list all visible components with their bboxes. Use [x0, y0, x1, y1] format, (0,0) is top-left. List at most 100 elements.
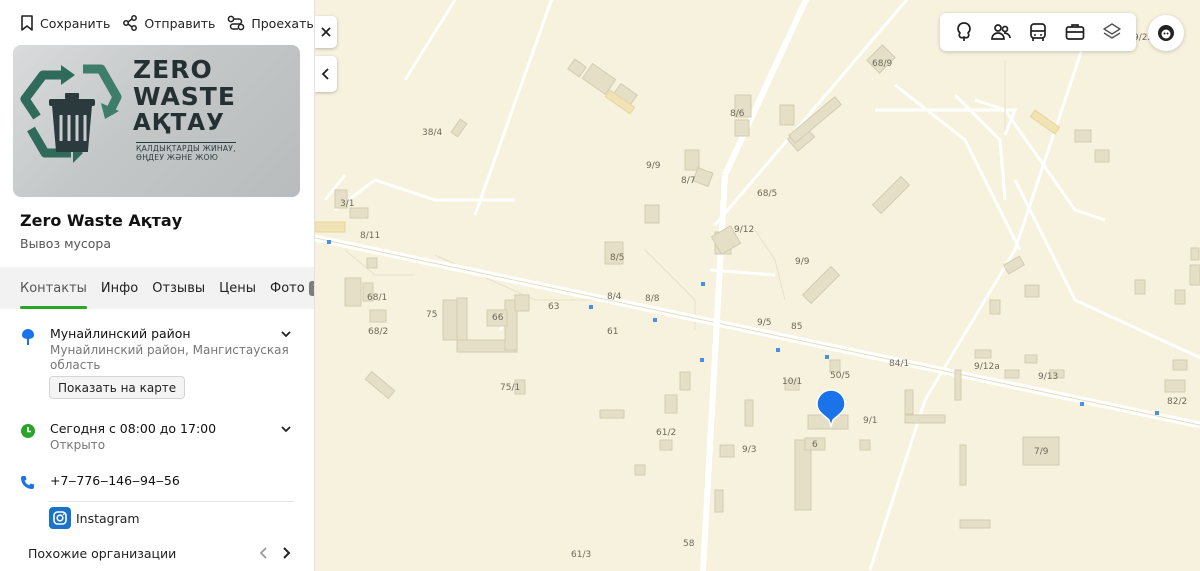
share-icon — [123, 15, 138, 31]
map-label: 8/7 — [681, 176, 696, 186]
instagram-link[interactable]: Instagram — [76, 511, 140, 526]
map-label: 84/1 — [889, 359, 910, 369]
map-label: 8/6 — [730, 109, 745, 119]
chevron-down-icon[interactable] — [280, 328, 292, 340]
save-button[interactable]: Сохранить — [20, 15, 110, 31]
map-label: 9/9 — [646, 161, 661, 171]
route-label: Проехать — [251, 15, 314, 31]
tab-photos[interactable]: Фото1 — [270, 267, 314, 309]
layers-button[interactable] — [1097, 17, 1127, 47]
route-icon — [227, 15, 245, 31]
map-label: 82/2 — [1167, 397, 1188, 407]
map-canvas[interactable]: 38/4 3/1 8/11 68/1 68/2 75 66 63 75/1 61… — [315, 0, 1200, 571]
location-marker-icon[interactable] — [815, 388, 847, 432]
close-icon — [321, 27, 331, 37]
route-button[interactable]: Проехать — [227, 15, 314, 31]
map-label: 9/3 — [742, 445, 757, 455]
location-pin-icon — [22, 329, 34, 345]
chevron-right-icon[interactable] — [280, 546, 292, 560]
close-card-button[interactable] — [315, 16, 337, 48]
hours-status: Открыто — [50, 438, 106, 452]
hours-row[interactable]: Сегодня с 08:00 до 17:00 Открыто — [20, 421, 294, 457]
people-layer-button[interactable] — [986, 17, 1016, 47]
account-button[interactable] — [1148, 15, 1184, 51]
map-label: 75 — [426, 310, 438, 320]
phone-icon — [21, 476, 34, 489]
card-tabs: Контакты Инфо Отзывы Цены Фото1 — [0, 267, 314, 309]
logo-tagline: ҚАЛДЫҚТАРДЫ ЖИНАУ, ӨҢДЕУ ЖӘНЕ ЖОЮ — [136, 142, 236, 162]
map-label: 8/5 — [610, 253, 625, 263]
tree-icon — [957, 22, 972, 41]
share-label: Отправить — [144, 15, 216, 31]
transit-layer-button[interactable] — [1023, 17, 1053, 47]
map-label: 75/1 — [500, 383, 521, 393]
map-label: 61/2 — [656, 428, 677, 438]
org-category[interactable]: Вывоз мусора — [20, 236, 111, 251]
tab-info-label: Инфо — [100, 280, 139, 296]
map-label: 9/5 — [757, 318, 772, 328]
map-label: 68/5 — [757, 189, 778, 199]
map-label: 9/12 — [734, 225, 755, 235]
map-label: 9/1 — [863, 416, 878, 426]
address-line-2: область — [50, 358, 101, 372]
instagram-icon[interactable] — [49, 507, 71, 529]
parks-layer-button[interactable] — [949, 17, 979, 47]
map-label: 68/2 — [368, 327, 389, 337]
org-card-panel: Сохранить Отправить Проехать ZERO WASTE — [0, 0, 315, 571]
phone-number[interactable]: +7‒776‒146‒94‒56 — [50, 473, 180, 488]
chevron-left-icon[interactable] — [258, 546, 270, 560]
tagline-line-2: ӨҢДЕУ ЖӘНЕ ЖОЮ — [136, 152, 219, 162]
avatar-icon — [1158, 25, 1174, 41]
similar-orgs-heading: Похожие организации — [28, 546, 177, 561]
clock-icon — [21, 424, 35, 438]
map-label: 68/1 — [367, 293, 388, 303]
map-label: 38/4 — [422, 128, 443, 138]
map-label: 3/1 — [340, 199, 355, 209]
map-label: 58 — [683, 539, 695, 549]
layers-icon — [1102, 23, 1121, 39]
card-actions: Сохранить Отправить Проехать — [20, 12, 314, 34]
map-label: 61/3 — [571, 550, 592, 560]
hours-title: Сегодня с 08:00 до 17:00 — [50, 421, 217, 436]
share-button[interactable]: Отправить — [122, 15, 215, 31]
show-on-map-button[interactable]: Показать на карте — [49, 376, 186, 399]
minor-roads — [323, 0, 1200, 571]
tab-reviews[interactable]: Отзывы — [152, 267, 205, 309]
recycle-bin-logo — [20, 64, 122, 163]
org-title: Zero Waste Aқтау — [20, 211, 183, 230]
map-base — [315, 0, 1200, 571]
chevron-down-icon[interactable] — [280, 423, 292, 435]
map-label: 7/9 — [1034, 447, 1049, 457]
save-label: Сохранить — [40, 15, 111, 31]
map-label: 10/1 — [782, 377, 803, 387]
logo-line-2: WASTE — [133, 82, 236, 111]
people-icon — [991, 24, 1012, 40]
buildings — [334, 44, 1200, 529]
address-title: Мунайлинский район — [50, 326, 191, 341]
bus-icon — [1030, 23, 1046, 41]
org-photo[interactable]: ZERO WASTE АҚТАУ ҚАЛДЫҚТАРДЫ ЖИНАУ, ӨҢДЕ… — [13, 45, 300, 197]
tab-contacts[interactable]: Контакты — [20, 267, 87, 309]
collapse-panel-button[interactable] — [315, 56, 337, 92]
map-label: 6 — [812, 440, 818, 450]
phone-row[interactable]: +7‒776‒146‒94‒56 — [20, 473, 294, 493]
briefcase-icon — [1065, 24, 1085, 40]
map-label: 9/12a — [974, 362, 1000, 372]
chevron-left-icon — [321, 68, 329, 80]
thin-paths — [344, 60, 1006, 330]
bookmark-icon — [21, 15, 33, 31]
address-row[interactable]: Мунайлинский район Мунайлинский район, М… — [20, 326, 294, 376]
map-label: 9/13 — [1038, 372, 1059, 382]
map-label: 66 — [492, 313, 504, 323]
business-layer-button[interactable] — [1060, 17, 1090, 47]
map-label: 50/5 — [830, 371, 851, 381]
map-label: 9/9 — [795, 257, 810, 267]
tab-prices[interactable]: Цены — [219, 267, 256, 309]
tab-photos-label: Фото — [270, 280, 305, 296]
map-label: 63 — [548, 302, 560, 312]
map-label: 8/8 — [645, 294, 660, 304]
tab-info[interactable]: Инфо — [101, 267, 138, 309]
tab-prices-label: Цены — [219, 280, 256, 296]
logo-line-1: ZERO — [133, 55, 213, 84]
map-label: 85 — [791, 322, 803, 332]
